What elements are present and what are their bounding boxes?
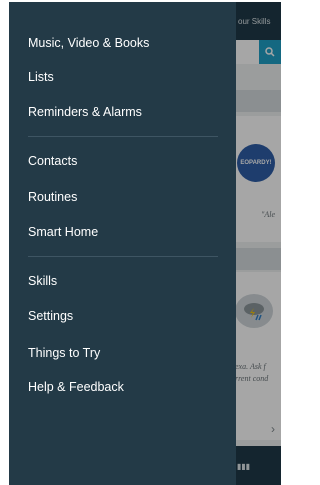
menu-divider [28, 256, 218, 257]
menu-divider [28, 136, 218, 137]
menu-item-routines[interactable]: Routines [28, 189, 77, 205]
menu-item-reminders-alarms[interactable]: Reminders & Alarms [28, 104, 142, 120]
menu-item-contacts[interactable]: Contacts [28, 153, 77, 169]
menu-item-things-to-try[interactable]: Things to Try [28, 345, 100, 361]
menu-item-skills[interactable]: Skills [28, 273, 57, 289]
menu-item-smart-home[interactable]: Smart Home [28, 224, 98, 240]
menu-item-music-video-books[interactable]: Music, Video & Books [28, 35, 149, 51]
menu-item-lists[interactable]: Lists [28, 69, 54, 85]
screen: our Skills EOPARDY! "Ale exa. Ask f rren… [9, 2, 281, 485]
navigation-drawer: Music, Video & Books Lists Reminders & A… [9, 2, 236, 485]
menu-item-help-feedback[interactable]: Help & Feedback [28, 379, 124, 395]
menu-item-settings[interactable]: Settings [28, 308, 73, 324]
